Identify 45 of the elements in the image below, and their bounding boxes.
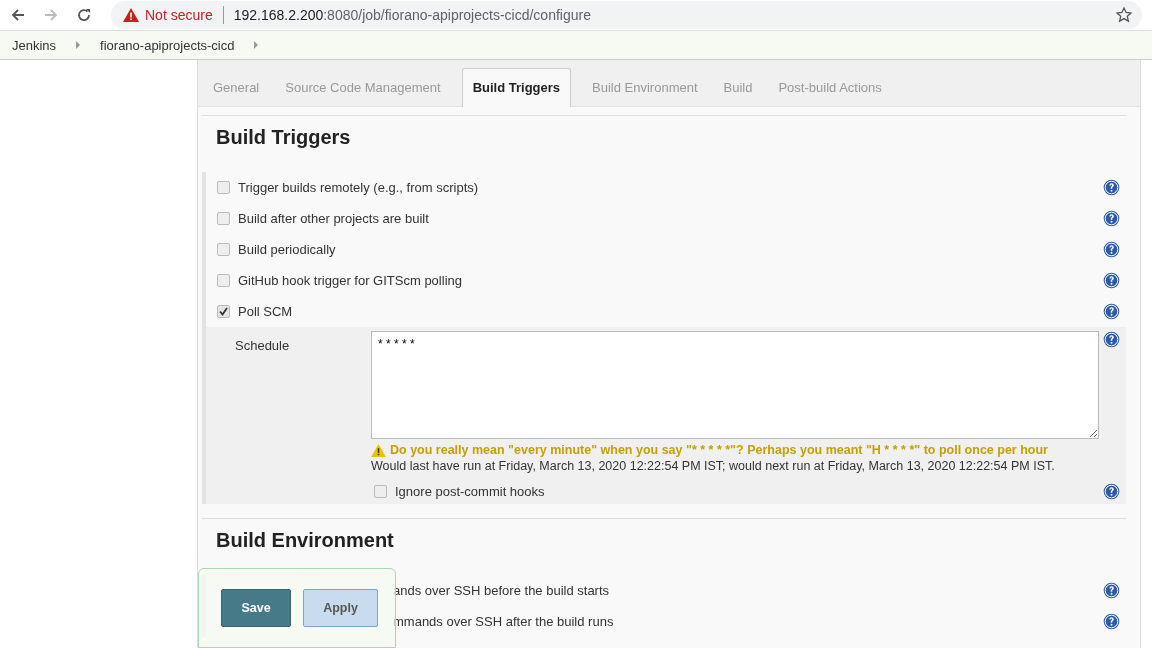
checkbox[interactable] <box>217 243 230 256</box>
breadcrumb-link[interactable]: fiorano-apiprojects-cicd <box>100 37 235 53</box>
checkbox[interactable] <box>374 485 387 498</box>
checkbox[interactable] <box>217 305 230 318</box>
chevron-icon[interactable] <box>254 41 259 49</box>
schedule-label: Schedule <box>235 337 291 355</box>
checkbox[interactable] <box>217 274 230 287</box>
option-label: GitHub hook trigger for GITScm polling <box>238 273 463 288</box>
schedule-field[interactable]: * * * * * <box>371 331 1099 439</box>
option-label: Poll SCM <box>238 304 294 319</box>
option-label: mmands over SSH after the build runs <box>392 614 615 629</box>
back-icon[interactable] <box>10 7 26 23</box>
help-icon[interactable] <box>1103 241 1120 258</box>
apply-button[interactable]: Apply <box>303 589 378 627</box>
url-path: :8080/job/fiorano-apiprojects-cicd/configure <box>323 7 591 23</box>
section-title: Build Environment <box>215 528 395 553</box>
section-title: Build Triggers <box>215 125 352 150</box>
option-label: ands over SSH before the build starts <box>392 583 611 598</box>
option-label: Build after other projects are built <box>238 211 430 226</box>
option-label: Ignore post-commit hooks <box>395 484 546 499</box>
breadcrumb-link[interactable]: Jenkins <box>12 37 57 53</box>
save-button[interactable]: Save <box>221 589 291 627</box>
tab[interactable]: Build Triggers <box>461 68 572 107</box>
help-icon[interactable] <box>1103 272 1120 289</box>
url-host: 192.168.2.200 <box>233 7 324 23</box>
help-icon[interactable] <box>1103 331 1120 348</box>
help-icon[interactable] <box>1103 582 1120 599</box>
address-bar[interactable]: Not secure 192.168.2.200:8080/job/fiorano-apiprojects-cicd/configure <box>111 1 1142 29</box>
schedule-info: Would last have run at Friday, March 13, 2020 12:22:54 PM IST; would next run at Friday, March 13, 2020 12:22:54 PM IST. <box>371 459 1056 473</box>
help-icon[interactable] <box>1103 303 1120 320</box>
checkbox[interactable] <box>217 212 230 225</box>
option-label: Build periodically <box>238 242 337 257</box>
help-icon[interactable] <box>1103 210 1120 227</box>
help-icon[interactable] <box>1103 613 1120 630</box>
warning-icon <box>371 443 386 457</box>
security-label: Not secure <box>145 7 213 23</box>
help-icon[interactable] <box>1103 483 1120 500</box>
warning-icon <box>123 8 139 22</box>
option-label: Trigger builds remotely (e.g., from scripts) <box>238 180 480 195</box>
star-icon[interactable] <box>1116 7 1132 23</box>
reload-icon[interactable] <box>76 7 92 23</box>
checkbox[interactable] <box>217 181 230 194</box>
warning-text: Do you really mean "every minute" when you say "* * * * *"? Perhaps you meant "H * * * *" to poll once per hour <box>390 443 1048 457</box>
chevron-icon[interactable] <box>76 41 81 49</box>
help-icon[interactable] <box>1103 179 1120 196</box>
